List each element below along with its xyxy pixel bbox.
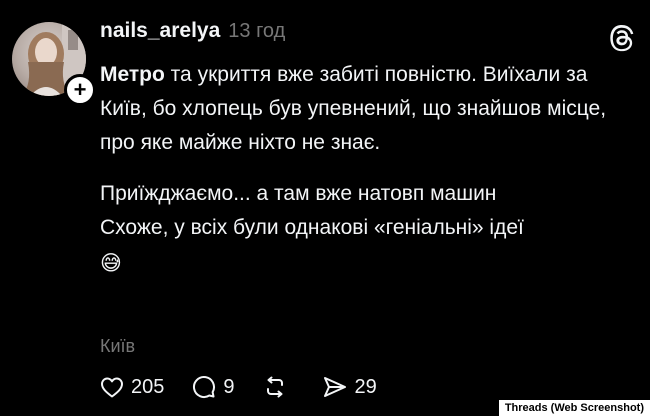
follow-plus-icon[interactable]: + xyxy=(64,74,96,106)
location-tag[interactable]: Київ xyxy=(100,336,135,357)
post-body: Метро та укриття вже забиті повністю. Ви… xyxy=(100,58,620,281)
like-button[interactable]: 205 xyxy=(100,376,164,399)
post-header: nails_arelya 13 год xyxy=(100,19,285,43)
hashtag-link[interactable]: Метро xyxy=(100,63,165,86)
post-line-2b: Схоже, у всіх були однакові «геніальні» … xyxy=(100,216,524,239)
image-credit: Threads (Web Screenshot) xyxy=(498,400,650,416)
post-paragraph-1: Метро та укриття вже забиті повністю. Ви… xyxy=(100,58,620,160)
post-time: 13 год xyxy=(228,20,286,42)
comment-icon xyxy=(192,375,216,399)
avatar-container[interactable]: + xyxy=(12,22,96,106)
sweat-smile-emoji: 😅 xyxy=(100,252,122,275)
repost-icon xyxy=(263,375,287,399)
post-line-2a: Приїжджаємо... а там вже натовп машин xyxy=(100,182,497,205)
action-bar: 205 9 29 xyxy=(100,370,405,404)
share-count: 29 xyxy=(354,375,377,398)
like-count: 205 xyxy=(131,375,165,398)
share-icon xyxy=(322,375,348,399)
comment-count: 9 xyxy=(223,375,235,398)
post-paragraph-1-text: та укриття вже забиті повністю. Виїхали … xyxy=(100,63,607,154)
threads-logo-icon[interactable] xyxy=(606,22,638,54)
heart-icon xyxy=(100,376,124,398)
repost-button[interactable] xyxy=(263,375,294,399)
username[interactable]: nails_arelya xyxy=(100,19,220,43)
share-button[interactable]: 29 xyxy=(322,375,377,399)
comment-button[interactable]: 9 xyxy=(192,375,235,399)
post-paragraph-2: Приїжджаємо... а там вже натовп машин Схо… xyxy=(100,177,620,281)
